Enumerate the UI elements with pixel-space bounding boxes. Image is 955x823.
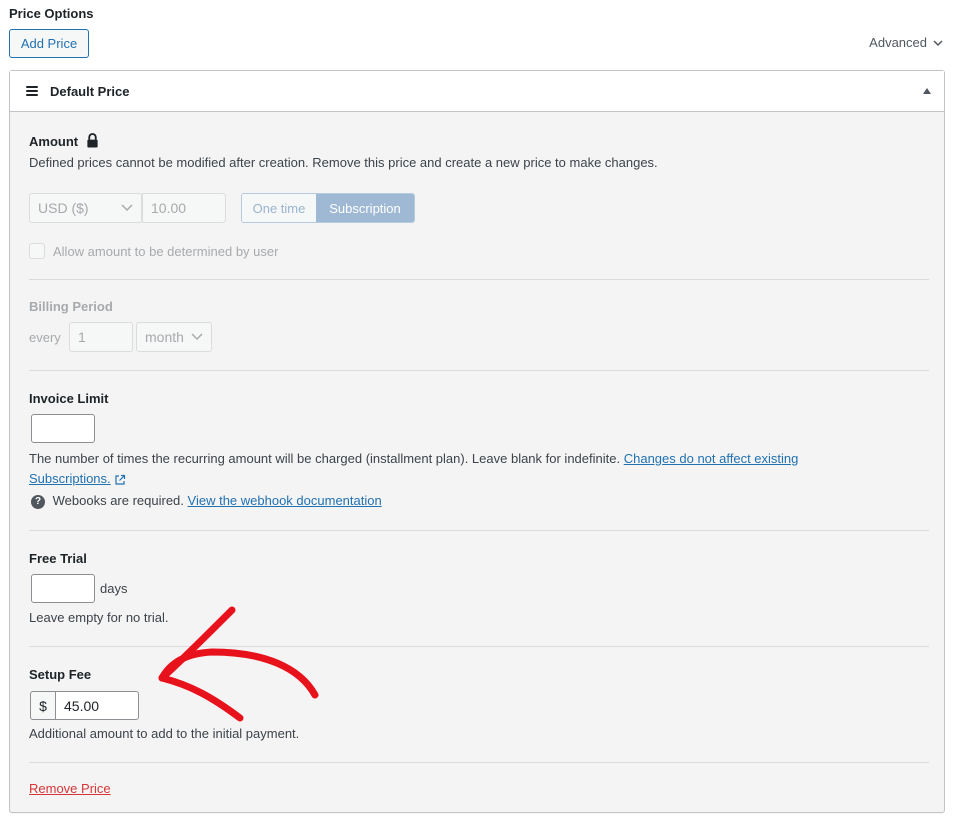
advanced-label: Advanced <box>869 35 927 50</box>
chevron-down-icon <box>121 204 133 212</box>
free-trial-label: Free Trial <box>29 551 87 566</box>
panel-title: Default Price <box>50 83 130 99</box>
divider <box>29 370 929 371</box>
amount-label: Amount <box>29 133 99 149</box>
subscription-option[interactable]: Subscription <box>316 194 414 222</box>
free-trial-input[interactable] <box>31 574 95 603</box>
user-amount-label: Allow amount to be determined by user <box>53 244 279 259</box>
setup-fee-input[interactable]: 45.00 <box>55 691 139 720</box>
collapse-up-icon[interactable] <box>922 86 932 96</box>
remove-price-link[interactable]: Remove Price <box>29 781 111 796</box>
section-title: Price Options <box>9 6 94 21</box>
currency-prefix: $ <box>30 691 55 720</box>
divider <box>29 279 929 280</box>
price-type-toggle: One time Subscription <box>241 193 415 223</box>
divider <box>29 646 929 647</box>
help-icon: ? <box>31 494 45 509</box>
billing-period-label: Billing Period <box>29 299 113 314</box>
billing-interval-input[interactable]: 1 <box>69 322 133 352</box>
invoice-limit-description: The number of times the recurring amount… <box>29 451 799 486</box>
subscriptions-link[interactable]: Subscriptions. <box>29 471 111 486</box>
external-link-icon <box>115 474 125 485</box>
lock-icon <box>87 133 98 148</box>
free-trial-description: Leave empty for no trial. <box>29 610 169 625</box>
user-amount-checkbox[interactable] <box>29 243 45 259</box>
billing-unit-select[interactable]: month <box>136 322 212 352</box>
billing-prefix: every <box>29 330 61 345</box>
one-time-option[interactable]: One time <box>242 194 316 222</box>
chevron-down-icon <box>191 333 203 341</box>
divider <box>29 530 929 531</box>
invoice-limit-input[interactable] <box>31 414 95 443</box>
panel-header[interactable]: Default Price <box>10 71 944 112</box>
amount-input[interactable]: 10.00 <box>142 193 226 223</box>
webhook-notice: ? Webooks are required. View the webhook… <box>31 493 382 509</box>
currency-select[interactable]: USD ($) <box>29 193 142 223</box>
divider <box>29 762 929 763</box>
setup-fee-label: Setup Fee <box>29 667 92 682</box>
advanced-toggle[interactable]: Advanced <box>869 35 943 50</box>
amount-description: Defined prices cannot be modified after … <box>29 155 658 170</box>
price-panel: Default Price Amount Defined prices cann… <box>9 70 945 813</box>
setup-fee-description: Additional amount to add to the initial … <box>29 726 300 741</box>
existing-subscriptions-link[interactable]: Changes do not affect existing <box>624 451 799 466</box>
webhook-docs-link[interactable]: View the webhook documentation <box>188 493 382 508</box>
drag-handle-icon[interactable] <box>26 85 38 97</box>
invoice-limit-label: Invoice Limit <box>29 391 109 406</box>
chevron-down-icon <box>933 39 943 46</box>
free-trial-suffix: days <box>100 581 128 596</box>
add-price-button[interactable]: Add Price <box>9 29 89 58</box>
